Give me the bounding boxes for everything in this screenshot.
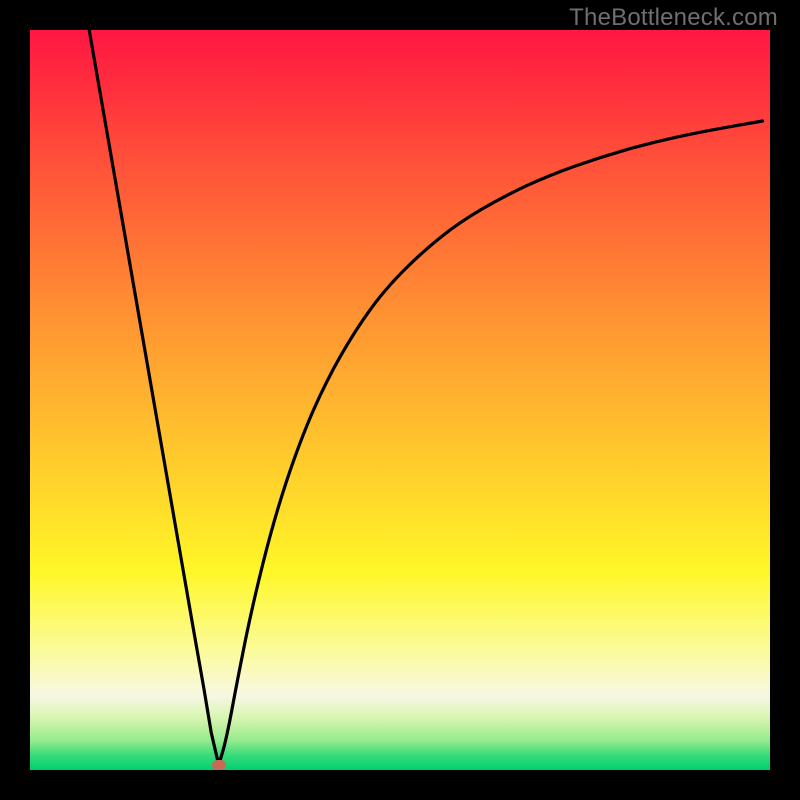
chart-frame: TheBottleneck.com bbox=[0, 0, 800, 800]
plot-area bbox=[30, 30, 770, 770]
curve-path bbox=[89, 30, 762, 765]
bottleneck-curve bbox=[30, 30, 770, 770]
optimum-marker bbox=[212, 760, 226, 770]
watermark-text: TheBottleneck.com bbox=[569, 4, 778, 32]
